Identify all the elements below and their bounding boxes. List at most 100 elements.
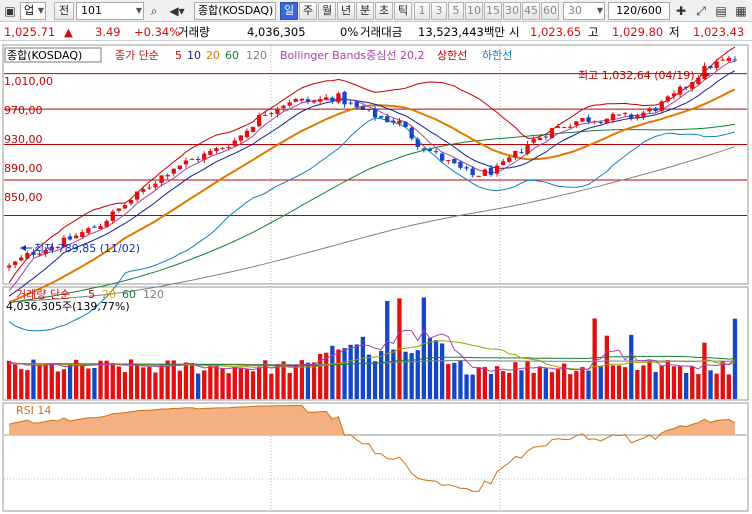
candle-body [238, 135, 243, 141]
volume-bar [421, 297, 426, 399]
candle-body [458, 161, 463, 168]
candle-body [647, 108, 652, 112]
volume-value-text: 4,036,305주(139,77%) [6, 300, 130, 313]
volume-bar [549, 372, 555, 399]
change-up-arrow: ▲ [64, 25, 73, 39]
volume-bar [452, 362, 457, 399]
volume-bar [37, 364, 42, 399]
open-value: 1,023.65 [530, 25, 582, 39]
candle-body [202, 153, 207, 160]
tab-tick[interactable]: 틱 [394, 2, 412, 20]
y-label-930: 930,00 [4, 133, 43, 146]
volume-bar [202, 370, 207, 399]
interval-3[interactable]: 3 [431, 2, 447, 20]
interval-30[interactable]: 30 [503, 2, 521, 20]
candle-body [616, 114, 622, 116]
candle-body [513, 150, 518, 158]
count-input[interactable]: 120/600 [608, 2, 670, 20]
interval-select[interactable]: 30 ▼ [563, 2, 605, 20]
search-icon[interactable]: ⌕ [146, 3, 162, 19]
volume-bar [702, 342, 707, 399]
candle-body [555, 126, 561, 128]
interval-5[interactable]: 5 [448, 2, 464, 20]
change-percent: +0.34% [134, 25, 181, 39]
interval-45[interactable]: 45 [522, 2, 540, 20]
volume-bar [604, 335, 609, 399]
market-select[interactable]: 업 ▼ [20, 2, 46, 20]
candle-body [354, 101, 359, 107]
crosshair-icon[interactable]: ✚ [673, 3, 689, 19]
volume-bar [507, 372, 512, 399]
candle-body [732, 59, 738, 61]
interval-15[interactable]: 15 [484, 2, 502, 20]
tab-month[interactable]: 월 [318, 2, 336, 20]
candle-body [226, 147, 231, 148]
tab-year[interactable]: 년 [337, 2, 355, 20]
volume-bar [177, 370, 182, 399]
candle-body [525, 144, 530, 154]
candle-body [13, 261, 18, 265]
volume-bar [269, 373, 274, 399]
all-button[interactable]: 전 [54, 2, 74, 20]
candle-body [128, 200, 134, 204]
candle-body [67, 236, 73, 240]
volume-bar [677, 365, 683, 399]
volume-bar [250, 371, 256, 399]
candle-body [269, 113, 274, 115]
trendline-icon[interactable]: ⤢ [693, 3, 709, 19]
chart-toolbar: ▣ 업 ▼ 전 101 ▼ ⌕ ◀▾ 종합(KOSDAQ) 일 주 월 년 분 … [0, 0, 752, 22]
window-icon[interactable]: ▣ [2, 3, 18, 19]
candle-body [635, 115, 640, 119]
candle-body [482, 169, 487, 176]
volume-bar [98, 360, 103, 399]
interval-1[interactable]: 1 [414, 2, 430, 20]
volume-bar [19, 369, 24, 399]
volume-bar [13, 364, 18, 399]
tab-second[interactable]: 초 [375, 2, 393, 20]
low-label: 저 [669, 25, 680, 39]
candle-body [19, 257, 24, 261]
interval-select-value: 30 [568, 4, 582, 17]
interval-10[interactable]: 10 [465, 2, 483, 20]
candle-body [74, 235, 79, 239]
candle-body [403, 121, 408, 128]
volume-bar [6, 360, 12, 399]
y-label-890: 890,00 [4, 162, 43, 175]
sound-icon[interactable]: ◀▾ [164, 3, 190, 19]
stock-chart[interactable]: 종합(KOSDAQ) 종가 단순 5 10 20 60 120 Bollinge… [0, 42, 752, 514]
volume-bar [159, 364, 164, 399]
candle-body [653, 108, 658, 111]
volume-bar [440, 343, 445, 399]
candle-body [366, 109, 372, 111]
candle-body [86, 228, 91, 233]
tab-week[interactable]: 주 [299, 2, 317, 20]
candle-body [586, 117, 591, 122]
code-input-value: 101 [81, 4, 102, 17]
candle-body [684, 86, 689, 88]
volume-bar [183, 362, 189, 399]
candle-body [690, 82, 695, 89]
tab-day[interactable]: 일 [280, 2, 298, 20]
tab-minute[interactable]: 분 [356, 2, 374, 20]
volume-bar [342, 348, 347, 399]
y-label-970: 970,00 [4, 104, 43, 117]
save-icon[interactable]: ▤ [713, 3, 729, 19]
candle-body [372, 108, 378, 118]
legend-bb-lower: 하한선 [482, 48, 512, 62]
volume-bar [189, 363, 195, 399]
volume-bar [684, 373, 689, 399]
candle-body [360, 106, 365, 110]
volume-legend-ma120: 120 [143, 288, 164, 301]
legend-ma120: 120 [246, 49, 267, 62]
grid-icon[interactable]: ▦ [733, 3, 749, 19]
interval-60[interactable]: 60 [541, 2, 559, 20]
volume-bar [513, 362, 518, 399]
legend-ma5: 5 [175, 49, 182, 62]
volume-bar [586, 370, 591, 399]
candle-body [671, 93, 677, 97]
volume-bar [171, 360, 176, 399]
candle-body [409, 127, 414, 139]
legend-ma-label: 종가 단순 [115, 49, 159, 62]
code-input[interactable]: 101 ▼ [76, 2, 144, 20]
candle-body [189, 159, 195, 161]
